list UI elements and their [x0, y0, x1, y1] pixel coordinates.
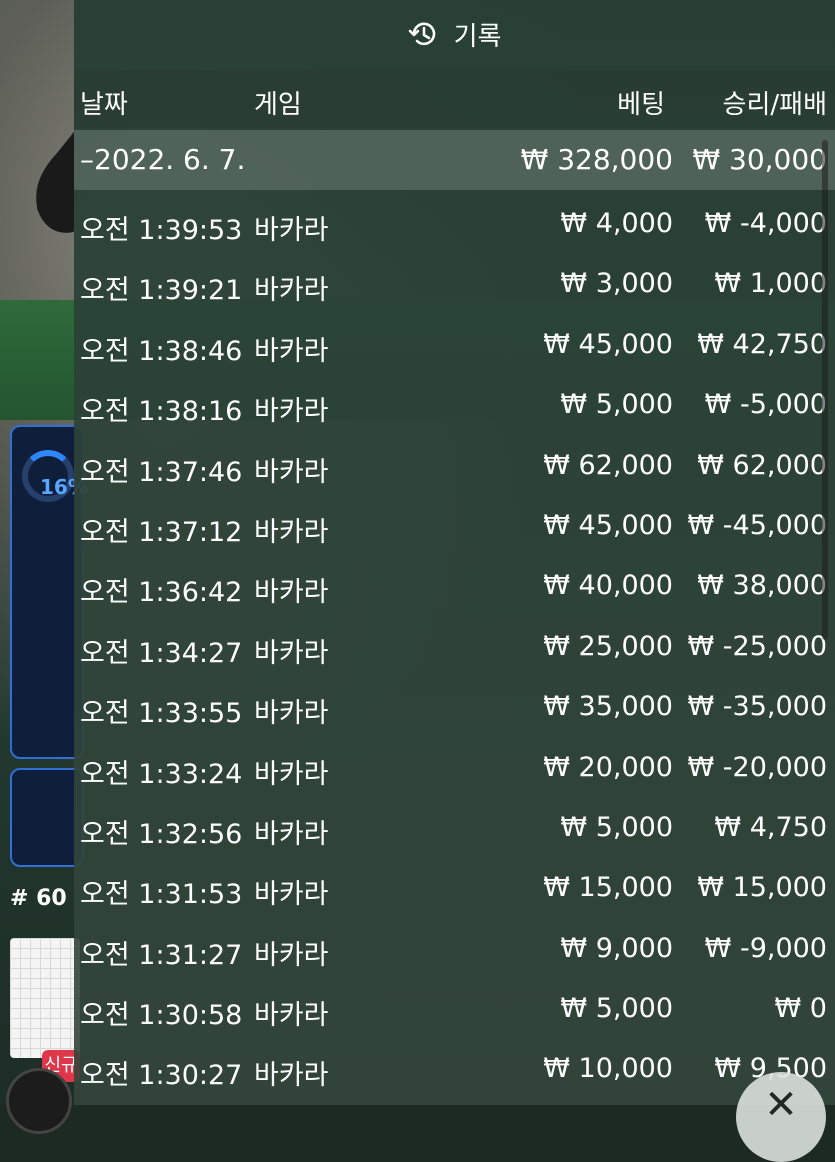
- row-bet: ₩ 3,000: [560, 268, 673, 300]
- row-bet: ₩ 25,000: [543, 630, 673, 662]
- row-game: 바카라: [254, 758, 329, 790]
- history-row[interactable]: 오전 1:34:27 바카라 ₩ 25,000 ₩ -25,000: [74, 619, 835, 679]
- history-scrollbar[interactable]: [822, 140, 828, 640]
- row-game: 바카라: [254, 1000, 329, 1032]
- row-time: 오전 1:39:21: [80, 275, 243, 307]
- row-time: 오전 1:38:16: [80, 396, 243, 428]
- history-list: 오전 1:39:53 바카라 ₩ 4,000 ₩ -4,000 오전 1:39:…: [74, 196, 835, 1102]
- history-row[interactable]: 오전 1:37:12 바카라 ₩ 45,000 ₩ -45,000: [74, 498, 835, 558]
- row-bet: ₩ 20,000: [543, 751, 673, 783]
- close-button[interactable]: ✕: [736, 1072, 826, 1162]
- date-group-total-win-loss: ₩ 30,000: [692, 143, 827, 176]
- column-header-win-loss: 승리/패배: [722, 90, 827, 120]
- history-row[interactable]: 오전 1:39:53 바카라 ₩ 4,000 ₩ -4,000: [74, 196, 835, 256]
- row-result: ₩ 15,000: [697, 872, 827, 904]
- round-number: # 60: [10, 886, 67, 911]
- row-time: 오전 1:34:27: [80, 637, 243, 669]
- row-result: ₩ 62,000: [697, 449, 827, 481]
- row-game: 바카라: [254, 1060, 329, 1092]
- row-time: 오전 1:38:46: [80, 335, 243, 367]
- row-game: 바카라: [254, 456, 329, 488]
- row-result: ₩ -9,000: [704, 932, 827, 964]
- row-bet: ₩ 10,000: [543, 1053, 673, 1085]
- column-header-date: 날짜: [80, 90, 128, 120]
- history-row[interactable]: 오전 1:30:27 바카라 ₩ 10,000 ₩ 9,500: [74, 1041, 835, 1101]
- row-bet: ₩ 15,000: [543, 872, 673, 904]
- row-result: ₩ -20,000: [687, 751, 828, 783]
- column-header-bet: 베팅: [617, 90, 665, 120]
- row-result: ₩ 1,000: [714, 268, 827, 300]
- spade-decoration-icon: ♠: [0, 60, 74, 300]
- date-group-label: –2022. 6. 7.: [80, 143, 246, 176]
- row-time: 오전 1:33:55: [80, 698, 243, 730]
- history-row[interactable]: 오전 1:38:46 바카라 ₩ 45,000 ₩ 42,750: [74, 317, 835, 377]
- chip-button[interactable]: [6, 1068, 72, 1134]
- row-result: ₩ 4,750: [714, 811, 827, 843]
- history-row[interactable]: 오전 1:31:27 바카라 ₩ 9,000 ₩ -9,000: [74, 921, 835, 981]
- row-bet: ₩ 62,000: [543, 449, 673, 481]
- history-icon: [408, 22, 435, 46]
- history-header: 기록: [74, 0, 835, 68]
- row-time: 오전 1:32:56: [80, 818, 243, 850]
- bead-road-scoreboard[interactable]: [10, 938, 80, 1058]
- history-row[interactable]: 오전 1:39:21 바카라 ₩ 3,000 ₩ 1,000: [74, 256, 835, 316]
- row-result: ₩ -5,000: [704, 389, 827, 421]
- row-time: 오전 1:39:53: [80, 215, 243, 246]
- row-game: 바카라: [254, 516, 329, 548]
- history-title: 기록: [453, 21, 502, 52]
- row-game: 바카라: [254, 396, 329, 428]
- row-time: 오전 1:31:53: [80, 879, 243, 911]
- row-bet: ₩ 45,000: [543, 509, 673, 541]
- row-game: 바카라: [254, 879, 329, 911]
- history-row[interactable]: 오전 1:37:46 바카라 ₩ 62,000 ₩ 62,000: [74, 438, 835, 498]
- player-pair-panel[interactable]: [10, 768, 84, 867]
- history-row[interactable]: 오전 1:38:16 바카라 ₩ 5,000 ₩ -5,000: [74, 377, 835, 437]
- history-row[interactable]: 오전 1:32:56 바카라 ₩ 5,000 ₩ 4,750: [74, 800, 835, 860]
- history-row[interactable]: 오전 1:31:53 바카라 ₩ 15,000 ₩ 15,000: [74, 860, 835, 920]
- close-icon: ✕: [764, 1082, 798, 1128]
- row-game: 바카라: [254, 275, 329, 307]
- row-bet: ₩ 4,000: [560, 208, 673, 239]
- date-group-total-bet: ₩ 328,000: [520, 143, 673, 176]
- row-bet: ₩ 9,000: [560, 932, 673, 964]
- row-bet: ₩ 5,000: [560, 993, 673, 1025]
- row-time: 오전 1:30:58: [80, 1000, 243, 1032]
- row-time: 오전 1:36:42: [80, 577, 243, 609]
- history-row[interactable]: 오전 1:33:55 바카라 ₩ 35,000 ₩ -35,000: [74, 679, 835, 739]
- row-bet: ₩ 45,000: [543, 328, 673, 360]
- row-game: 바카라: [254, 939, 329, 971]
- row-result: ₩ -35,000: [687, 691, 828, 723]
- row-result: ₩ -25,000: [687, 630, 828, 662]
- history-row[interactable]: 오전 1:33:24 바카라 ₩ 20,000 ₩ -20,000: [74, 740, 835, 800]
- row-game: 바카라: [254, 215, 329, 246]
- row-result: ₩ -4,000: [704, 208, 827, 239]
- row-game: 바카라: [254, 698, 329, 730]
- row-time: 오전 1:33:24: [80, 758, 243, 790]
- column-header-game: 게임: [254, 90, 302, 120]
- row-result: ₩ 42,750: [697, 328, 827, 360]
- row-result: ₩ 0: [774, 993, 827, 1025]
- row-time: 오전 1:30:27: [80, 1060, 243, 1092]
- row-bet: ₩ 5,000: [560, 389, 673, 421]
- row-result: ₩ -45,000: [687, 509, 828, 541]
- row-time: 오전 1:37:12: [80, 516, 243, 548]
- history-row[interactable]: 오전 1:36:42 바카라 ₩ 40,000 ₩ 38,000: [74, 558, 835, 618]
- column-header-row: 날짜 게임 베팅 승리/패배: [74, 70, 835, 128]
- row-bet: ₩ 35,000: [543, 691, 673, 723]
- row-game: 바카라: [254, 335, 329, 367]
- date-group-row[interactable]: –2022. 6. 7. ₩ 328,000 ₩ 30,000: [74, 130, 835, 190]
- row-result: ₩ 38,000: [697, 570, 827, 602]
- row-game: 바카라: [254, 577, 329, 609]
- history-panel: 기록 날짜 게임 베팅 승리/패배 –2022. 6. 7. ₩ 328,000…: [74, 0, 835, 1105]
- row-time: 오전 1:31:27: [80, 939, 243, 971]
- row-game: 바카라: [254, 637, 329, 669]
- row-game: 바카라: [254, 818, 329, 850]
- row-bet: ₩ 40,000: [543, 570, 673, 602]
- row-bet: ₩ 5,000: [560, 811, 673, 843]
- history-row[interactable]: 오전 1:30:58 바카라 ₩ 5,000 ₩ 0: [74, 981, 835, 1041]
- row-time: 오전 1:37:46: [80, 456, 243, 488]
